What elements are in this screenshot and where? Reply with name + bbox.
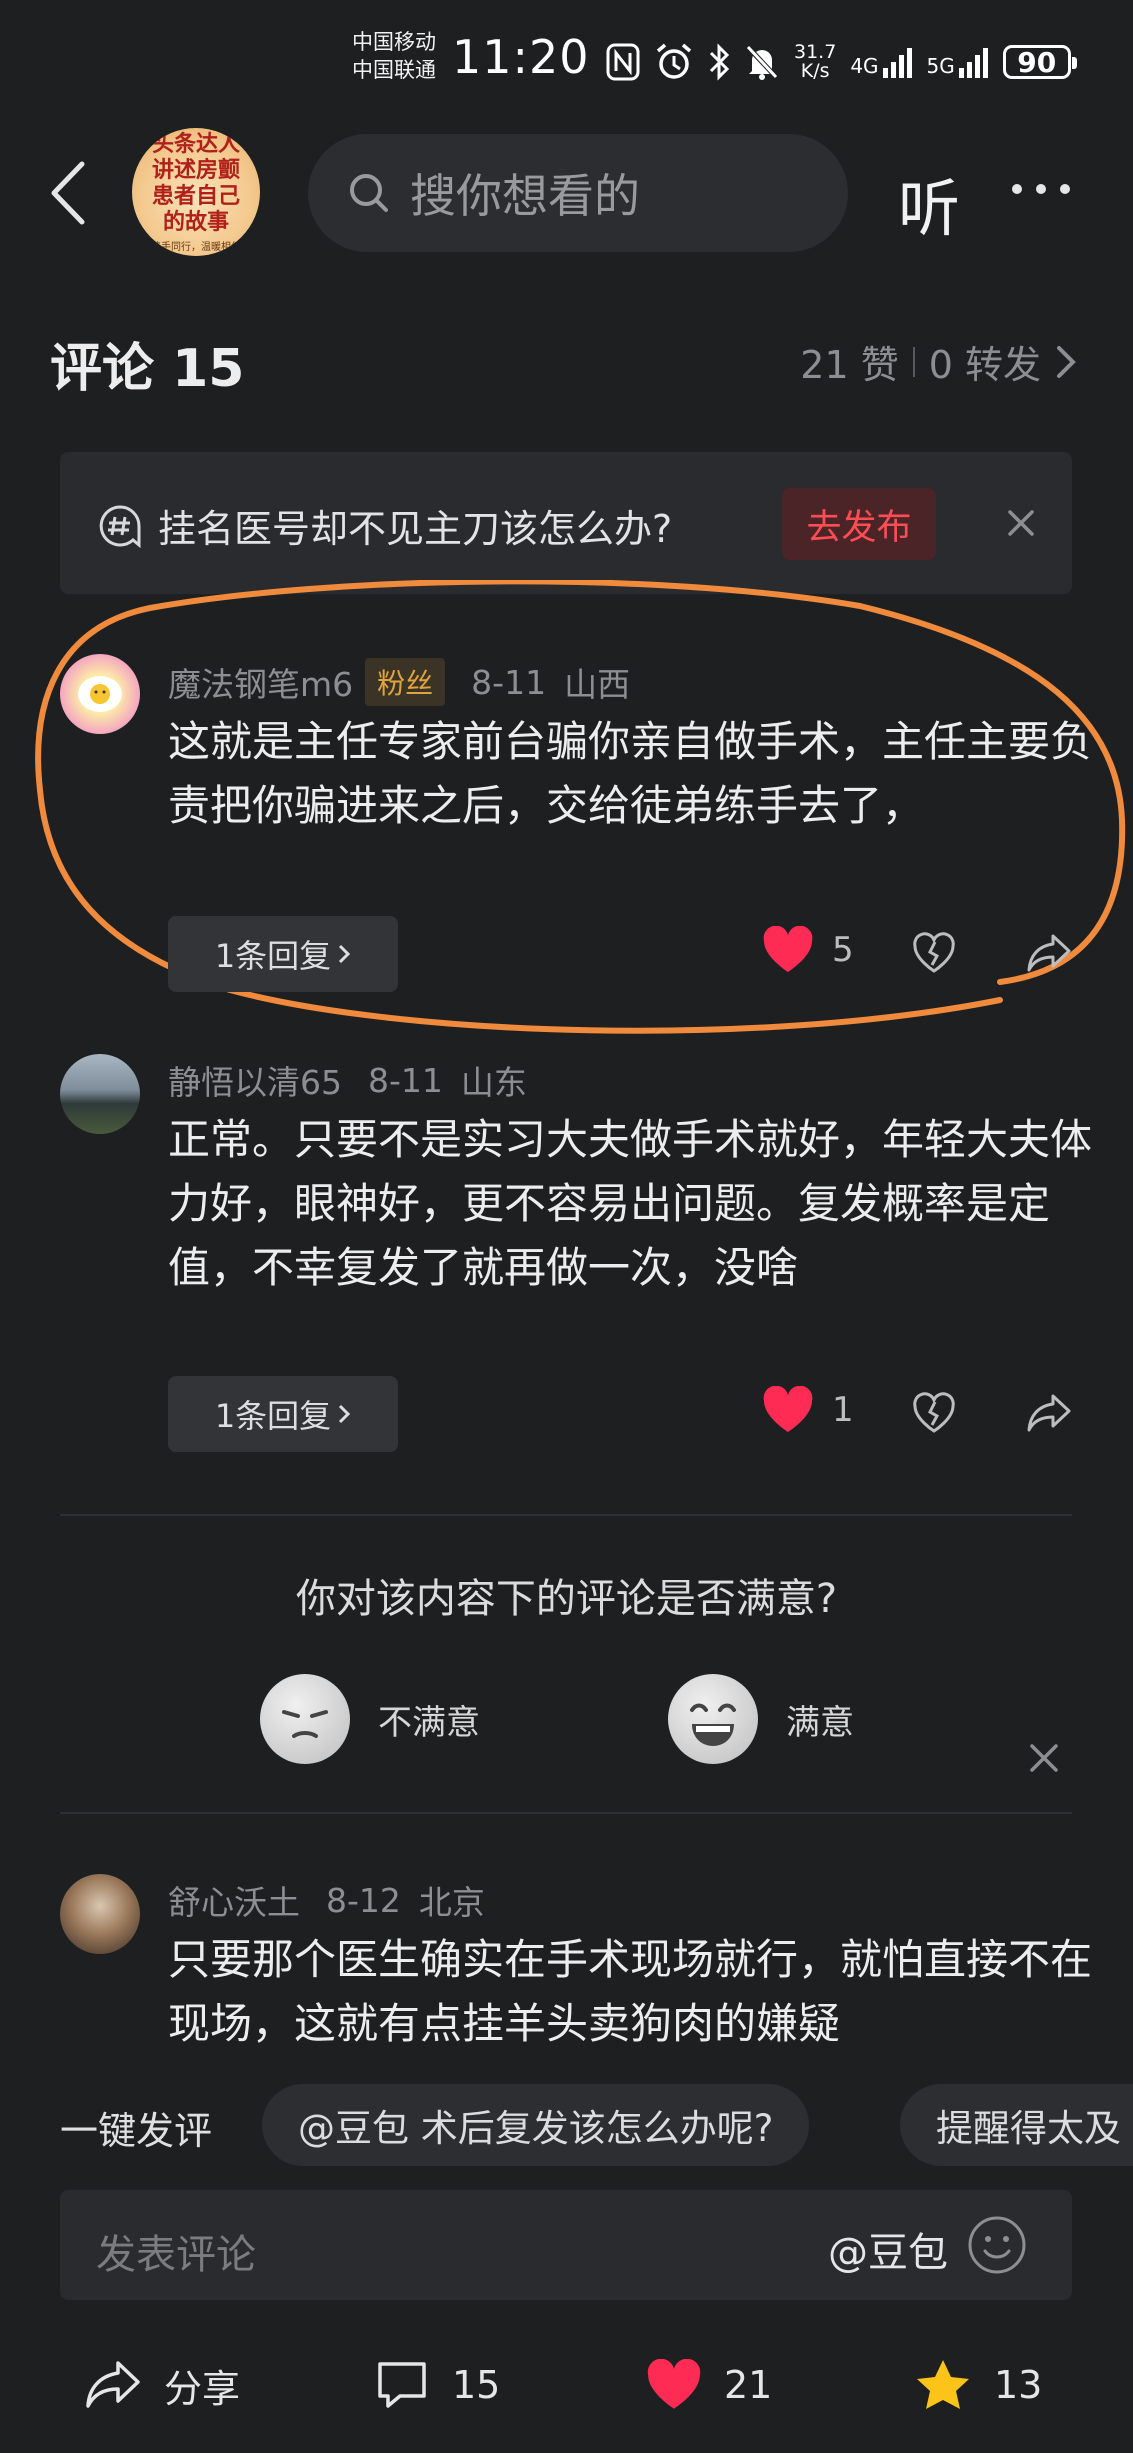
signal-bars-icon: [958, 48, 988, 78]
survey-unsatisfied-option[interactable]: 不满意: [260, 1674, 480, 1764]
net-speed: 31.7 K/s: [794, 41, 837, 82]
fan-badge: 粉丝: [365, 658, 446, 706]
heart-filled-icon: [647, 2359, 701, 2409]
search-icon: [350, 174, 388, 212]
comment-meta: 魔法钢笔m6 粉丝 8-11 山西: [168, 658, 630, 706]
like-button[interactable]: 1: [762, 1386, 854, 1434]
carrier-labels: 中国移动 中国联通: [352, 28, 436, 84]
topic-prompt[interactable]: 挂名医号却不见主刀该怎么办?: [98, 498, 672, 553]
satisfied-face-icon: [668, 1674, 758, 1764]
comment-meta: 静悟以清65 8-11 山东: [168, 1056, 527, 1104]
bottom-action-bar: 分享 15 21 13: [0, 2340, 1133, 2430]
search-input[interactable]: 搜你想看的: [308, 134, 848, 252]
emoji-icon[interactable]: [966, 2214, 1028, 2276]
avatar[interactable]: [60, 1874, 140, 1954]
share-button[interactable]: 分享: [84, 2340, 240, 2430]
star-filled-icon: [917, 2360, 969, 2409]
comment-username[interactable]: 魔法钢笔m6: [168, 658, 353, 706]
article-cover-thumbnail[interactable]: 头条达人讲述房颤患者自己的故事 携手同行，温暖相伴: [132, 128, 260, 256]
comment-location: 山西: [564, 665, 631, 704]
listen-button[interactable]: 听: [898, 158, 960, 248]
comment-composer[interactable]: 发表评论 @豆包: [60, 2190, 1072, 2300]
mention-doubao-button[interactable]: @豆包: [828, 2220, 948, 2278]
post-stats[interactable]: 21 赞 0 转发: [800, 334, 1077, 389]
reposts-count: 0 转发: [928, 343, 1041, 387]
comment-date: 8-12: [326, 1880, 401, 1920]
like-post-button[interactable]: 21: [646, 2340, 772, 2430]
bluetooth-icon: [709, 43, 730, 81]
heart-filled-icon: [763, 926, 813, 972]
signal-bars-icon: [882, 48, 912, 78]
view-replies-button[interactable]: 1条回复: [168, 916, 398, 992]
quick-comment-label: 一键发评: [60, 2109, 213, 2153]
dislike-icon[interactable]: [912, 932, 956, 974]
dislike-icon[interactable]: [912, 1392, 956, 1434]
quick-comment-chip[interactable]: @豆包 术后复发该怎么办呢?: [262, 2084, 810, 2166]
quick-comment-chip[interactable]: 提醒得太及: [900, 2084, 1133, 2166]
divider: [912, 346, 915, 377]
comment-username[interactable]: 静悟以清65: [168, 1056, 342, 1104]
carrier-1: 中国移动: [352, 30, 436, 54]
satisfied-label: 满意: [786, 1702, 854, 1743]
heart-filled-icon: [763, 1386, 813, 1432]
comments-title: 评论 15: [50, 339, 245, 399]
topic-prompt-text: 挂名医号却不见主刀该怎么办?: [158, 507, 673, 551]
favorite-button[interactable]: 13: [914, 2340, 1042, 2430]
back-button[interactable]: [48, 160, 88, 230]
chevron-left-icon: [51, 161, 85, 225]
comment-text[interactable]: 只要那个医生确实在手术现场就行，就怕直接不在现场，这就有点挂羊头卖狗肉的嫌疑: [168, 1928, 1128, 2056]
comment-input-placeholder: 发表评论: [96, 2232, 256, 2278]
comment-text[interactable]: 这就是主任专家前台骗你亲自做手术，主任主要负责把你骗进来之后，交给徒弟练手去了，: [168, 710, 1128, 838]
divider: [60, 1812, 1072, 1814]
avatar[interactable]: [60, 654, 140, 734]
share-icon: [86, 2361, 140, 2408]
cover-title: 头条达人讲述房颤患者自己的故事: [151, 131, 240, 235]
close-icon[interactable]: [998, 500, 1044, 546]
battery-indicator: 90: [1002, 45, 1077, 79]
signal-1: 4G: [850, 46, 912, 78]
mute-icon: [746, 45, 778, 80]
status-icons: 31.7 K/s 4G 5G 90: [606, 36, 1077, 88]
share-icon[interactable]: [1026, 1392, 1072, 1434]
nfc-icon: [606, 43, 640, 81]
cover-subtitle: 携手同行，温暖相伴: [151, 241, 241, 253]
comment-meta: 舒心沃土 8-12 北京: [168, 1876, 485, 1924]
egg-avatar-icon: [78, 676, 122, 712]
publish-button[interactable]: 去发布: [782, 488, 936, 560]
unsatisfied-label: 不满意: [378, 1702, 480, 1743]
unsatisfied-face-icon: [260, 1674, 350, 1764]
carrier-2: 中国联通: [352, 58, 436, 82]
comment-date: 8-11: [368, 1060, 443, 1100]
comment-location: 山东: [460, 1063, 527, 1102]
chevron-right-icon: [1057, 345, 1076, 378]
view-replies-button[interactable]: 1条回复: [168, 1376, 398, 1452]
close-icon[interactable]: [1026, 1740, 1062, 1776]
like-button[interactable]: 5: [762, 926, 854, 974]
status-time: 11:20: [452, 30, 590, 84]
comments-button[interactable]: 15: [374, 2340, 500, 2430]
chevron-right-icon: [339, 944, 351, 964]
likes-count: 21 赞: [800, 343, 899, 387]
survey-question: 你对该内容下的评论是否满意?: [295, 1576, 838, 1622]
comment-bubble-icon: [378, 2362, 426, 2408]
search-placeholder: 搜你想看的: [410, 169, 640, 223]
hashtag-icon: [99, 504, 141, 548]
alarm-icon: [656, 43, 692, 79]
avatar[interactable]: [60, 1054, 140, 1134]
comment-location: 北京: [418, 1883, 485, 1922]
comment-username[interactable]: 舒心沃土: [168, 1876, 300, 1924]
comment-date: 8-11: [471, 662, 547, 702]
like-count: 1: [832, 1390, 854, 1430]
more-options-icon[interactable]: [1012, 184, 1070, 194]
like-count: 5: [832, 930, 854, 970]
topic-prompt-bar: 挂名医号却不见主刀该怎么办? 去发布: [60, 452, 1072, 594]
comment-text[interactable]: 正常。只要不是实习大夫做手术就好，年轻大夫体力好，眼神好，更不容易出问题。复发概…: [168, 1108, 1128, 1300]
chevron-right-icon: [339, 1404, 351, 1424]
divider: [60, 1514, 1072, 1516]
signal-2: 5G: [927, 46, 989, 78]
survey-satisfied-option[interactable]: 满意: [668, 1674, 854, 1764]
share-icon[interactable]: [1026, 932, 1072, 974]
